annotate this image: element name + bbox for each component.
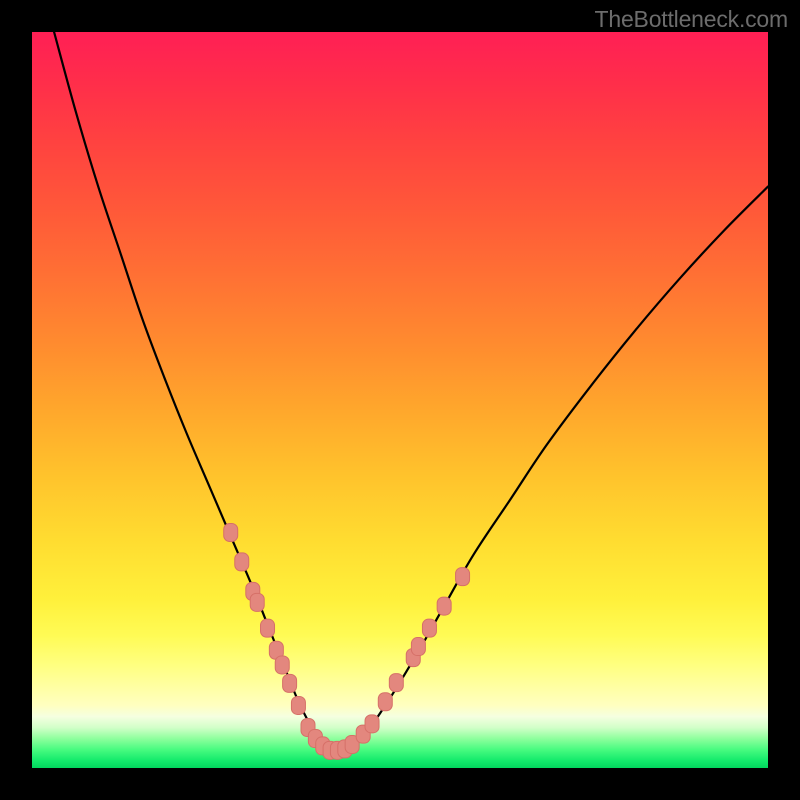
- marker-point: [365, 715, 379, 733]
- marker-point: [378, 693, 392, 711]
- marker-point: [235, 553, 249, 571]
- marker-point: [437, 597, 451, 615]
- marker-point: [411, 638, 425, 656]
- marker-point: [422, 619, 436, 637]
- attribution-watermark: TheBottleneck.com: [595, 6, 788, 33]
- marker-point: [261, 619, 275, 637]
- marker-point: [283, 674, 297, 692]
- marker-point: [456, 568, 470, 586]
- plot-frame: [32, 32, 768, 768]
- root-canvas: TheBottleneck.com: [0, 0, 800, 800]
- marker-point: [275, 656, 289, 674]
- highlight-markers: [224, 523, 470, 759]
- marker-point: [250, 593, 264, 611]
- marker-point: [389, 674, 403, 692]
- plot-svg: [32, 32, 768, 768]
- marker-point: [224, 523, 238, 541]
- marker-point: [291, 696, 305, 714]
